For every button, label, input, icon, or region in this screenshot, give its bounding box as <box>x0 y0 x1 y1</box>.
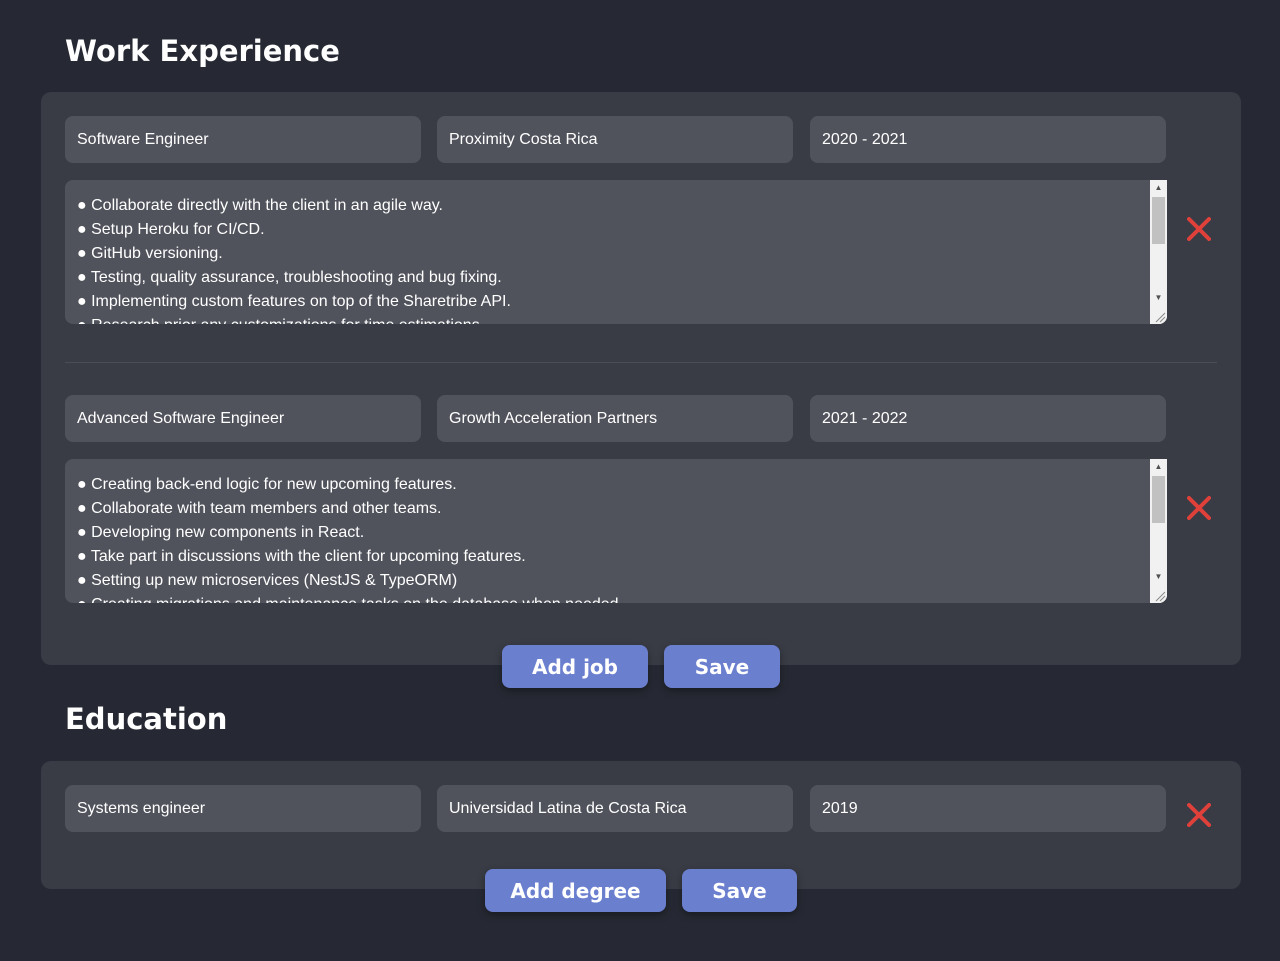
save-work-button[interactable]: Save <box>664 645 780 688</box>
job-divider <box>65 362 1217 363</box>
save-education-button[interactable]: Save <box>682 869 797 912</box>
delete-job-close-icon[interactable] <box>1184 493 1214 523</box>
job-position-field[interactable]: Software Engineer <box>65 116 421 163</box>
job-position-field[interactable]: Advanced Software Engineer <box>65 395 421 442</box>
description-line: ● Testing, quality assurance, troublesho… <box>77 269 502 286</box>
textarea-scrollbar[interactable]: ▲ ▼ <box>1150 180 1167 324</box>
education-title: Education <box>65 702 228 736</box>
year-field[interactable]: 2019 <box>810 785 1166 832</box>
degree-field[interactable]: Systems engineer <box>65 785 421 832</box>
description-line: ● Creating back-end logic for new upcomi… <box>77 476 457 493</box>
scroll-up-icon[interactable]: ▲ <box>1150 459 1167 475</box>
job-period-field[interactable]: 2020 - 2021 <box>810 116 1166 163</box>
resize-grip-icon[interactable] <box>1150 586 1167 603</box>
work-experience-panel: Software Engineer Proximity Costa Rica 2… <box>41 92 1241 665</box>
add-degree-button[interactable]: Add degree <box>485 869 666 912</box>
job-company-field[interactable]: Proximity Costa Rica <box>437 116 793 163</box>
description-line: ● Setup Heroku for CI/CD. <box>77 221 265 238</box>
scroll-down-icon[interactable]: ▼ <box>1150 290 1167 306</box>
resize-grip-icon[interactable] <box>1150 307 1167 324</box>
scrollbar-thumb[interactable] <box>1152 476 1165 523</box>
delete-job-close-icon[interactable] <box>1184 214 1214 244</box>
description-line: ● GitHub versioning. <box>77 245 223 262</box>
job-description-textarea[interactable]: ● Creating back-end logic for new upcomi… <box>65 459 1167 603</box>
scrollbar-thumb[interactable] <box>1152 197 1165 244</box>
description-line: ● Research prior any customizations for … <box>77 314 1139 324</box>
textarea-scrollbar[interactable]: ▲ ▼ <box>1150 459 1167 603</box>
description-line: ● Developing new components in React. <box>77 524 365 541</box>
description-line: ● Setting up new microservices (NestJS &… <box>77 572 458 589</box>
scroll-down-icon[interactable]: ▼ <box>1150 569 1167 585</box>
description-line: ● Creating migrations and maintenance ta… <box>77 593 1139 603</box>
work-experience-title: Work Experience <box>65 34 340 68</box>
description-line: ● Take part in discussions with the clie… <box>77 548 526 565</box>
job-period-field[interactable]: 2021 - 2022 <box>810 395 1166 442</box>
description-line: ● Collaborate directly with the client i… <box>77 197 443 214</box>
delete-degree-close-icon[interactable] <box>1184 800 1214 830</box>
job-description-textarea[interactable]: ● Collaborate directly with the client i… <box>65 180 1167 324</box>
scroll-up-icon[interactable]: ▲ <box>1150 180 1167 196</box>
add-job-button[interactable]: Add job <box>502 645 648 688</box>
description-line: ● Implementing custom features on top of… <box>77 293 511 310</box>
school-field[interactable]: Universidad Latina de Costa Rica <box>437 785 793 832</box>
job-company-field[interactable]: Growth Acceleration Partners <box>437 395 793 442</box>
description-line: ● Collaborate with team members and othe… <box>77 500 442 517</box>
